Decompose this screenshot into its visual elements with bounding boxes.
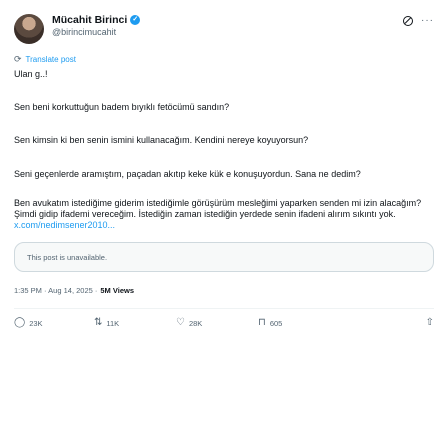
post-paragraph-1: Ulan g..! xyxy=(14,69,48,79)
display-name[interactable]: Mücahit Birinci xyxy=(52,14,127,26)
post-meta: 1:35 PM · Aug 14, 2025 · 5M Views xyxy=(14,286,434,295)
translate-row: ⟳ Translate post xyxy=(14,54,434,65)
post-header: Mücahit Birinci ✓ @birincimucahit ··· xyxy=(14,14,434,48)
header-actions: ··· xyxy=(403,14,434,26)
bookmark-icon: ⊓ xyxy=(258,317,266,329)
translate-post-link[interactable]: Translate post xyxy=(26,55,76,64)
quoted-post-unavailable: This post is unavailable. xyxy=(14,242,434,273)
bookmark-count: 605 xyxy=(269,318,283,328)
author-names: Mücahit Birinci ✓ @birincimucahit xyxy=(52,14,141,38)
like-icon: ♡ xyxy=(176,317,185,329)
verified-badge-icon[interactable]: ✓ xyxy=(130,15,141,25)
avatar[interactable] xyxy=(14,14,44,44)
post-link[interactable]: x.com/nedimsener2010... xyxy=(14,220,115,230)
reply-count: 23K xyxy=(29,318,43,328)
post-paragraph-3: Sen kimsin ki ben senin ismini kullanaca… xyxy=(14,135,309,146)
like-button[interactable]: ♡ 28K xyxy=(176,318,258,328)
handle[interactable]: @birincimucahit xyxy=(52,26,140,38)
share-button[interactable]: ⇧ xyxy=(426,318,434,328)
quote-unavailable-text: This post is unavailable. xyxy=(27,252,108,262)
post-paragraph-5: Ben avukatım istediğime giderim istediği… xyxy=(14,198,434,232)
share-icon: ⇧ xyxy=(425,317,434,329)
post: Mücahit Birinci ✓ @birincimucahit ··· ⟳ … xyxy=(0,0,446,448)
repost-button[interactable]: ⇅ 11K xyxy=(94,318,176,328)
post-timestamp[interactable]: 1:35 PM · Aug 14, 2025 · xyxy=(14,286,97,295)
bookmark-button[interactable]: ⊓ 605 xyxy=(258,318,334,328)
grok-icon[interactable] xyxy=(403,16,413,26)
view-count: 5M Views xyxy=(100,286,135,296)
translate-icon: ⟳ xyxy=(14,54,22,64)
reply-icon: ◯ xyxy=(14,317,26,329)
more-icon[interactable]: ··· xyxy=(421,16,434,26)
post-paragraph-5-text: Ben avukatım istediğime giderim istediği… xyxy=(14,197,422,220)
repost-icon: ⇅ xyxy=(94,317,103,329)
reply-button[interactable]: ◯ 23K xyxy=(14,318,94,328)
post-paragraph-2: Sen beni korkuttuğun badem bıyıklı fetöc… xyxy=(14,102,230,113)
like-count: 28K xyxy=(188,318,203,328)
post-paragraph-4: Seni geçenlerde aramıştım, paçadan akıtı… xyxy=(14,168,361,179)
name-row: Mücahit Birinci ✓ xyxy=(52,14,141,26)
action-bar: ◯ 23K ⇅ 11K ♡ 28K ⊓ 605 ⇧ xyxy=(14,318,434,328)
divider xyxy=(14,308,434,310)
repost-count: 11K xyxy=(106,318,120,328)
